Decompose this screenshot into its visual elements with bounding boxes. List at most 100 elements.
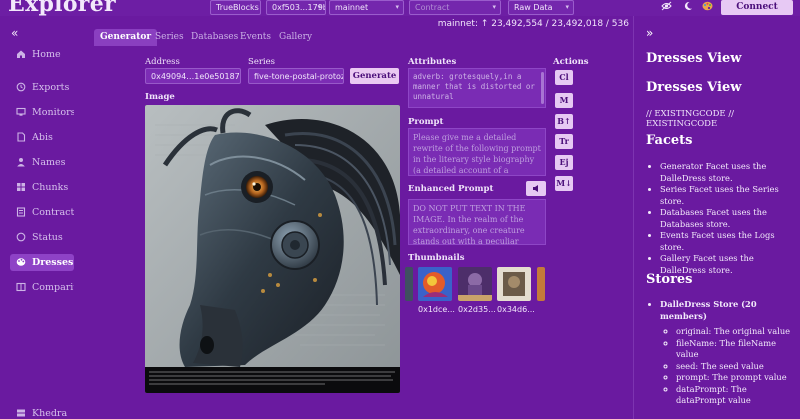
facets-list: Generator Facet uses the DalleDress stor… [646,161,796,276]
thumbnail-1[interactable] [418,267,452,301]
thumbnail-2-image [458,267,492,301]
chevron-down-icon: ▾ [317,3,321,11]
thumbnail-3[interactable] [497,267,531,301]
action-button-m-down[interactable]: M↓ [555,176,573,191]
tab-generator[interactable]: Generator [94,29,158,46]
nav-item-label: Names [32,157,66,168]
thumbnail-2[interactable] [458,267,492,301]
list-item: fileName: The fileName value [676,338,792,361]
generated-image [145,105,400,393]
nav-item-names[interactable]: Names [10,154,74,171]
list-item: Databases Facet uses the Databases store… [660,207,796,230]
thumbnail-3-image [497,267,531,301]
help-panel: » Dresses View Dresses View // EXISTINGC… [633,16,800,419]
thumbnail-partial-right[interactable] [537,267,545,301]
stores-list: DalleDress Store (20 members) [646,299,796,322]
project-select[interactable]: TrueBlocks w [210,0,261,15]
hide-icon[interactable] [661,1,672,14]
monitor-icon [16,107,26,116]
app-title: Explorer [8,0,116,17]
facets-heading: Facets [646,133,693,148]
nav-item-label: Monitors [32,107,74,118]
action-button-ej[interactable]: Ej [555,155,573,170]
palette-icon [16,258,26,266]
server-icon [17,409,25,417]
nav-item-contracts[interactable]: Contracts [10,204,74,221]
nav-item-label: Dresses [32,257,74,268]
action-button-tr[interactable]: Tr [555,134,573,149]
tab-events[interactable]: Events [234,29,277,46]
action-button-m[interactable]: M [555,93,573,108]
chunks-icon [17,183,25,191]
help-subtitle: Dresses View [646,80,742,95]
contract-icon [16,207,26,217]
thumbnail-1-image [418,267,452,301]
store-name: DalleDress Store (20 members) [660,299,796,322]
chain-select[interactable]: mainnet ▾ [329,0,404,15]
block-readout: mainnet: ↑ 23,492,554 / 23,492,018 / 536 [437,19,629,29]
chevron-down-icon: ▾ [492,3,496,11]
collapse-nav-icon[interactable]: « [11,26,18,40]
nav-item-khedra[interactable]: Khedra [10,405,74,419]
action-button-cl[interactable]: Cl [555,70,573,85]
nav-item-label: Comparitoor [32,282,74,293]
action-button-b[interactable]: B↑ [555,114,573,129]
store-members-list: original: The original value fileName: T… [662,326,792,407]
speaker-icon [532,185,538,192]
nav-item-label: Home [32,49,61,60]
actions-label: Actions [553,57,589,67]
image-label: Image [145,92,175,102]
home-icon [17,50,25,58]
chevron-down-icon: ▾ [565,3,569,11]
nav-item-status[interactable]: Status [10,229,74,246]
thumbnail-partial[interactable] [405,267,413,301]
list-item: Events Facet uses the Logs store. [660,230,796,253]
list-item: dataPrompt: The dataPrompt value [676,384,792,407]
generate-button[interactable]: Generate [350,68,399,84]
nav-item-label: Khedra [32,408,68,419]
horse-image [145,105,400,393]
compare-icon [16,282,26,292]
address-input[interactable]: 0x49094…1e0e5018726b7 [145,68,241,84]
thumbnail-3-caption: 0x34d6... [497,305,535,314]
list-item: Generator Facet uses the DalleDress stor… [660,161,796,184]
enhanced-prompt-textarea[interactable]: DO NOT PUT TEXT IN THE IMAGE. In the rea… [408,199,546,245]
palette-icon[interactable] [702,1,713,14]
list-item: seed: The seed value [676,361,792,373]
address-select[interactable]: 0xf503...179b ▾ [266,0,326,15]
user-icon [17,158,25,167]
prompt-text: Please give me a detailed rewrite of the… [413,133,541,175]
nav-item-abis[interactable]: Abis [10,129,74,146]
nav-item-comparitoor[interactable]: Comparitoor [10,279,74,296]
help-title: Dresses View [646,51,742,66]
format-select-value: Raw Data [514,3,553,12]
tab-series[interactable]: Series [149,29,190,46]
existing-code-text: // EXISTINGCODE // EXISTINGCODE [646,109,735,129]
connect-wallet-button[interactable]: Connect Wallet [721,0,793,27]
nav-item-chunks[interactable]: Chunks [10,179,74,196]
attributes-scrollbar[interactable] [541,72,544,104]
file-icon [17,132,26,142]
list-item: Series Facet uses the Series store. [660,184,796,207]
nav-item-monitors[interactable]: Monitors [10,104,74,121]
nav-item-label: Abis [32,132,53,143]
address-label: Address [145,57,180,67]
nav-item-label: Contracts [32,207,74,218]
nav-item-dresses[interactable]: Dresses [10,254,74,271]
nav-item-home[interactable]: Home [10,46,74,63]
series-select[interactable]: five-tone-postal-protoz [248,68,344,84]
enhanced-prompt-label: Enhanced Prompt [408,184,494,194]
format-select[interactable]: Raw Data ▾ [508,0,574,15]
nav-item-exports[interactable]: Exports [10,79,74,96]
tab-gallery[interactable]: Gallery [273,29,318,46]
history-icon [16,82,26,92]
moon-icon[interactable] [683,1,693,14]
attributes-text: adverb: grotesquely,in a manner that is … [413,72,535,101]
nav-item-label: Chunks [32,182,69,193]
contract-select[interactable]: Contract ▾ [409,0,501,15]
chain-select-value: mainnet [335,3,369,12]
attributes-textarea[interactable]: adverb: grotesquely,in a manner that is … [408,68,546,108]
expand-panel-icon[interactable]: » [646,26,653,40]
prompt-textarea[interactable]: Please give me a detailed rewrite of the… [408,128,546,176]
copy-prompt-button[interactable] [526,181,546,196]
